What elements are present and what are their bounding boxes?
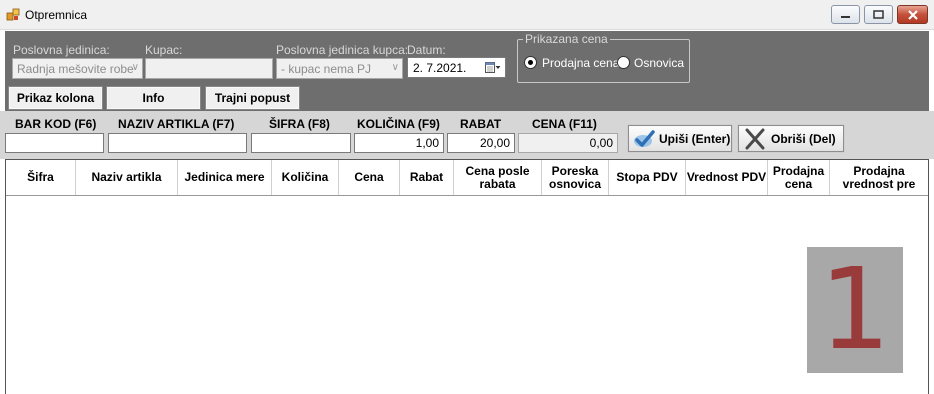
- prodajna-cena-radio[interactable]: [524, 56, 537, 69]
- step-number-badge: 1: [807, 247, 903, 373]
- cena-label: CENA (F11): [532, 117, 597, 131]
- poslovna-jedinica-select[interactable]: Radnja mešovite robe ∨: [12, 58, 143, 79]
- chevron-down-icon: ∨: [391, 62, 399, 73]
- delete-x-icon: [745, 128, 765, 149]
- kupac-field[interactable]: [145, 58, 273, 79]
- upisi-button[interactable]: Upiši (Enter): [627, 124, 733, 153]
- column-header-cena-posle-rabata[interactable]: Cena posle rabata: [454, 160, 542, 195]
- naziv-artikla-input[interactable]: [108, 133, 247, 153]
- rabat-input[interactable]: 20,00: [447, 133, 515, 153]
- datum-value: 2. 7.2021.: [413, 61, 467, 75]
- rabat-label: RABAT: [460, 117, 502, 131]
- close-button[interactable]: [897, 5, 928, 24]
- datum-label: Datum:: [407, 43, 446, 57]
- sifra-label: ŠIFRA (F8): [269, 117, 330, 131]
- maximize-button[interactable]: [864, 5, 893, 24]
- app-icon: [6, 8, 20, 21]
- prikazana-cena-legend: Prikazana cena: [523, 32, 610, 46]
- cena-input: 0,00: [518, 133, 618, 153]
- pj-kupca-value: - kupac nema PJ: [281, 62, 372, 76]
- poslovna-jedinica-label: Poslovna jedinica:: [13, 43, 110, 57]
- minimize-icon: [841, 15, 850, 18]
- obrisi-label: Obriši (Del): [771, 131, 836, 146]
- sifra-input[interactable]: [251, 133, 351, 153]
- column-header-sifra[interactable]: Šifra: [6, 160, 76, 195]
- items-grid[interactable]: Šifra Naziv artikla Jedinica mere Količi…: [5, 159, 929, 394]
- pj-kupca-select[interactable]: - kupac nema PJ ∨: [276, 58, 403, 79]
- chevron-down-icon: ∨: [131, 62, 139, 73]
- naziv-artikla-label: NAZIV ARTIKLA (F7): [118, 117, 235, 131]
- prikaz-kolona-button[interactable]: Prikaz kolona: [8, 86, 103, 110]
- close-icon: [907, 9, 918, 20]
- column-header-kolicina[interactable]: Količina: [272, 160, 339, 195]
- column-header-vrednost-pdv[interactable]: Vrednost PDV: [686, 160, 768, 195]
- column-header-rabat[interactable]: Rabat: [400, 160, 454, 195]
- trajni-popust-button[interactable]: Trajni popust: [205, 86, 300, 110]
- obrisi-button[interactable]: Obriši (Del): [737, 124, 845, 153]
- column-header-naziv-artikla[interactable]: Naziv artikla: [76, 160, 178, 195]
- kolicina-input[interactable]: 1,00: [354, 133, 444, 153]
- grid-header: Šifra Naziv artikla Jedinica mere Količi…: [6, 160, 928, 196]
- pj-kupca-label: Poslovna jedinica kupca:: [276, 43, 409, 57]
- datum-picker[interactable]: 2. 7.2021.: [407, 57, 506, 78]
- kupac-label: Kupac:: [145, 43, 183, 57]
- osnovica-radio[interactable]: [617, 56, 630, 69]
- column-header-prodajna-vrednost-pre[interactable]: Prodajna vrednost pre: [830, 160, 928, 195]
- info-button[interactable]: Info: [106, 86, 201, 110]
- window-title: Otpremnica: [25, 8, 88, 22]
- poslovna-jedinica-value: Radnja mešovite robe: [17, 62, 134, 76]
- column-header-prodajna-cena[interactable]: Prodajna cena: [768, 160, 830, 195]
- checkmark-icon: [634, 129, 655, 147]
- prodajna-cena-radio-label[interactable]: Prodajna cena: [542, 56, 619, 70]
- column-header-cena[interactable]: Cena: [339, 160, 400, 195]
- osnovica-radio-label[interactable]: Osnovica: [634, 56, 684, 70]
- column-header-jedinica-mere[interactable]: Jedinica mere: [178, 160, 272, 195]
- entry-bar: BAR KOD (F6) NAZIV ARTIKLA (F7) ŠIFRA (F…: [0, 111, 934, 159]
- bar-kod-input[interactable]: [5, 133, 104, 153]
- bar-kod-label: BAR KOD (F6): [15, 117, 97, 131]
- maximize-icon: [873, 10, 884, 19]
- column-header-poreska-osnovica[interactable]: Poreska osnovica: [542, 160, 609, 195]
- title-bar: Otpremnica: [0, 0, 934, 30]
- upisi-label: Upiši (Enter): [659, 131, 731, 146]
- kolicina-label: KOLIČINA (F9): [357, 117, 440, 131]
- calendar-dropdown-icon[interactable]: [485, 61, 501, 74]
- column-header-stopa-pdv[interactable]: Stopa PDV: [609, 160, 686, 195]
- minimize-button[interactable]: [831, 5, 860, 24]
